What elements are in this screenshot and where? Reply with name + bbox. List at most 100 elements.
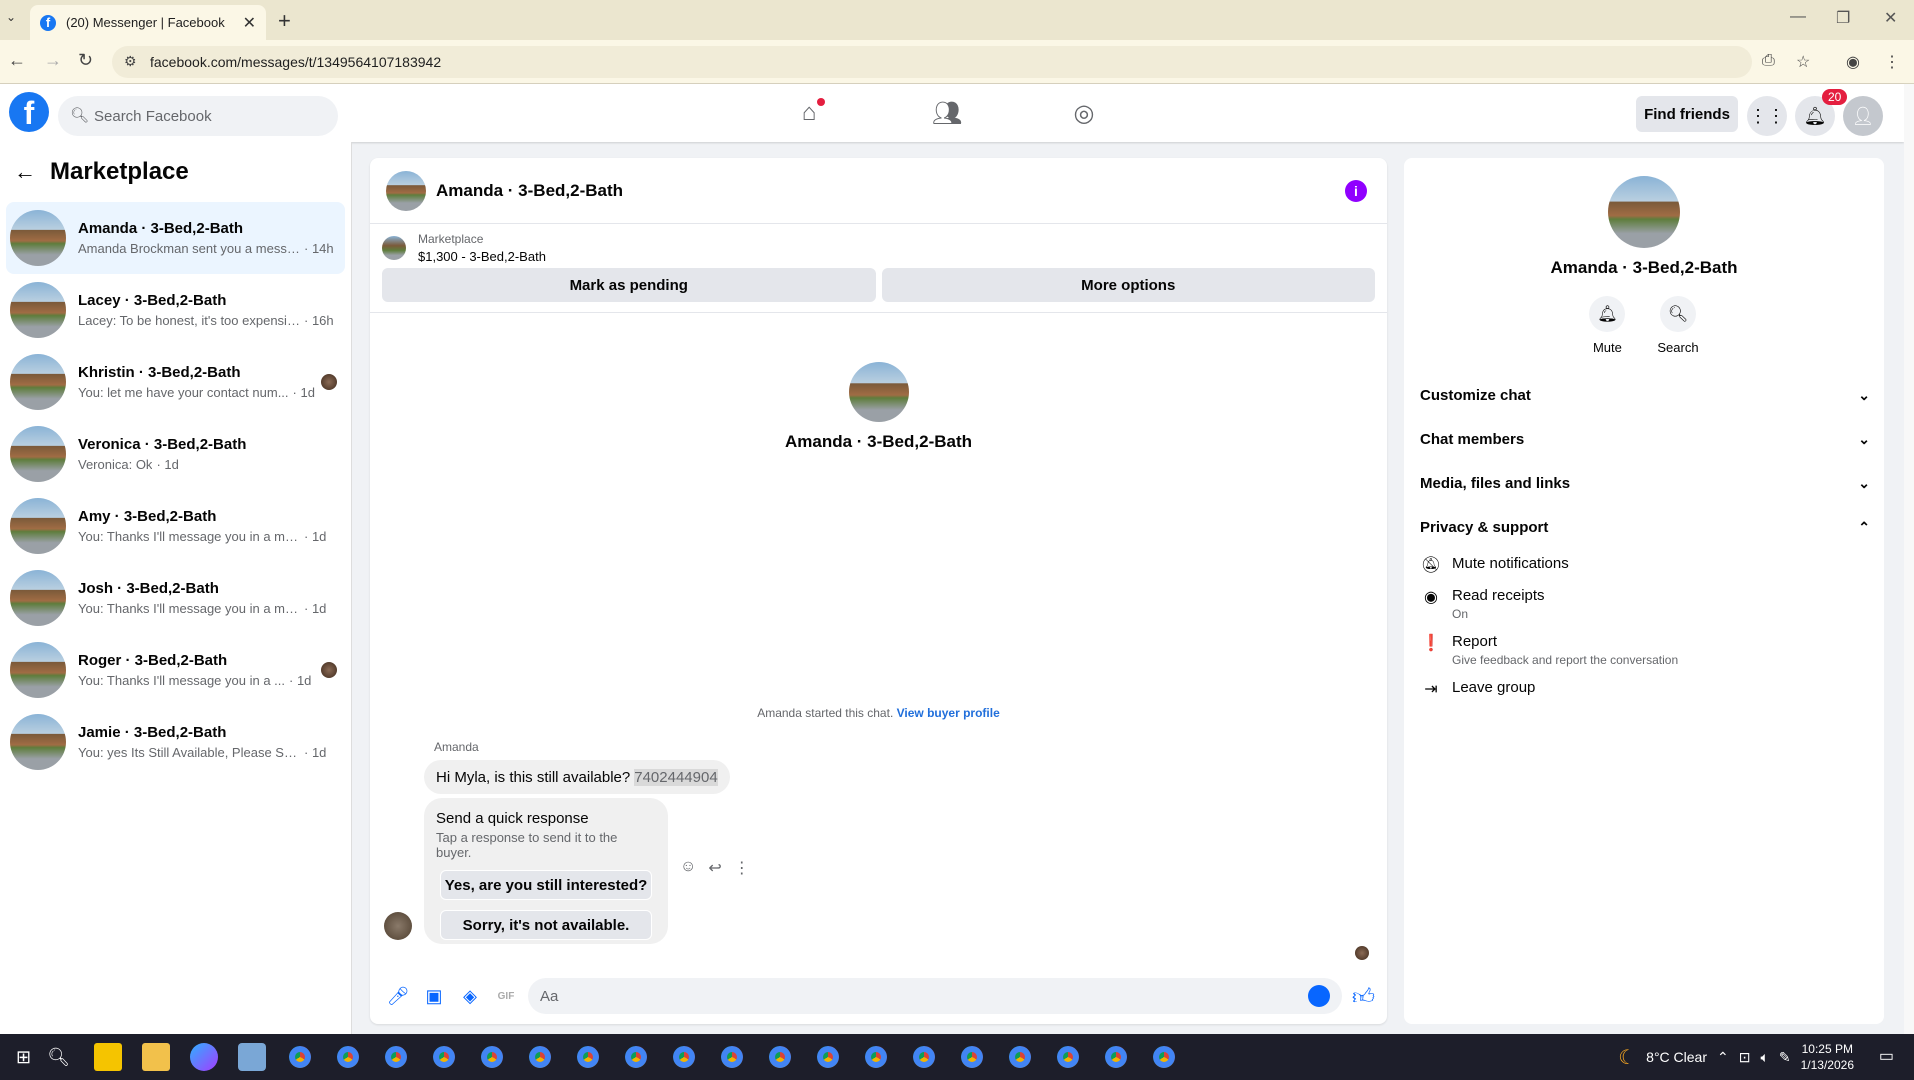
sticker-icon[interactable]: ◈ bbox=[456, 986, 484, 1007]
tray-chevron-icon[interactable]: ⌃ bbox=[1717, 1049, 1729, 1066]
chrome-icon[interactable] bbox=[957, 1043, 986, 1071]
gif-icon[interactable]: GIF bbox=[492, 991, 520, 1002]
conversation-item[interactable]: Roger · 3-Bed,2-Bath You: Thanks I'll mes… bbox=[6, 634, 345, 706]
thumbs-up-icon[interactable]: 👍︎ bbox=[1352, 983, 1375, 1010]
chrome-icon[interactable] bbox=[813, 1043, 842, 1071]
react-emoji-icon[interactable]: ☺ bbox=[680, 858, 696, 878]
friends-icon[interactable]: 👥︎ bbox=[927, 96, 967, 130]
page-scrollbar[interactable] bbox=[1904, 84, 1914, 1034]
chrome-icon[interactable] bbox=[573, 1043, 602, 1071]
minimize-icon[interactable]: — bbox=[1790, 8, 1806, 26]
section-customize-chat[interactable]: Customize chat ⌄ bbox=[1404, 373, 1884, 417]
install-app-icon[interactable]: ⎙ bbox=[1762, 52, 1775, 70]
message-input[interactable]: Aa bbox=[528, 978, 1342, 1014]
quick-reply-not-available-button[interactable]: Sorry, it's not available. bbox=[440, 910, 652, 940]
forward-icon[interactable]: → bbox=[44, 50, 62, 71]
more-actions-icon[interactable]: ⋮ bbox=[734, 858, 750, 878]
chrome-icon[interactable] bbox=[1149, 1043, 1178, 1071]
quick-reply-interested-button[interactable]: Yes, are you still interested? bbox=[440, 870, 652, 900]
close-tab-icon[interactable]: ✕ bbox=[243, 13, 256, 33]
leave-group-item[interactable]: ⇥ Leave group bbox=[1404, 673, 1884, 705]
app-icon[interactable] bbox=[237, 1043, 266, 1071]
section-media-files-links[interactable]: Media, files and links ⌄ bbox=[1404, 461, 1884, 505]
pen-icon[interactable]: ✎ bbox=[1779, 1049, 1791, 1066]
phone-number[interactable]: 7402444904 bbox=[634, 768, 718, 786]
conversation-item[interactable]: Josh · 3-Bed,2-Bath You: Thanks I'll mess… bbox=[6, 562, 345, 634]
home-icon[interactable]: ⌂ bbox=[789, 96, 829, 130]
conversation-item[interactable]: Veronica · 3-Bed,2-Bath Veronica: Ok · 1d bbox=[6, 418, 345, 490]
chat-header-name[interactable]: Amanda · 3-Bed,2-Bath bbox=[436, 181, 623, 201]
more-options-button[interactable]: More options bbox=[881, 268, 1375, 302]
browser-tab[interactable]: f (20) Messenger | Facebook ✕ bbox=[30, 5, 266, 40]
section-privacy-support[interactable]: Privacy & support ⌃ bbox=[1404, 505, 1884, 549]
new-tab-icon[interactable]: + bbox=[278, 8, 291, 34]
back-arrow-icon[interactable]: ← bbox=[14, 159, 36, 185]
microphone-icon[interactable]: 🎤︎ bbox=[384, 986, 412, 1007]
notification-center-icon[interactable]: ▭ bbox=[1879, 1046, 1894, 1066]
reload-icon[interactable]: ↻ bbox=[78, 50, 93, 71]
chat-avatar[interactable] bbox=[386, 170, 426, 211]
menu-grid-icon[interactable]: ⋮⋮ bbox=[1747, 96, 1787, 136]
chrome-icon[interactable] bbox=[429, 1043, 458, 1071]
listing-thumbnail[interactable] bbox=[382, 236, 406, 260]
facebook-logo-icon[interactable]: f bbox=[9, 92, 49, 132]
clock[interactable]: 10:25 PM 1/13/2026 bbox=[1801, 1041, 1854, 1073]
message-bubble[interactable]: Hi Myla, is this still available? 740244… bbox=[424, 760, 730, 794]
search-conversation-button[interactable]: 🔍︎ Search bbox=[1657, 296, 1699, 355]
emoji-icon[interactable] bbox=[1308, 985, 1330, 1007]
reply-icon[interactable]: ↩ bbox=[708, 858, 721, 878]
read-receipts-item[interactable]: ◉ Read receipts On bbox=[1404, 581, 1884, 627]
chrome-icon[interactable] bbox=[525, 1043, 554, 1071]
mark-as-pending-button[interactable]: Mark as pending bbox=[382, 268, 876, 302]
taskbar-search-icon[interactable]: 🔍︎ bbox=[47, 1047, 70, 1068]
groups-icon[interactable]: ◎ bbox=[1064, 96, 1104, 130]
view-buyer-profile-link[interactable]: View buyer profile bbox=[897, 706, 1000, 720]
conversation-item[interactable]: Amy · 3-Bed,2-Bath You: Thanks I'll messa… bbox=[6, 490, 345, 562]
file-explorer-icon[interactable] bbox=[141, 1043, 170, 1071]
bookmark-star-icon[interactable]: ☆ bbox=[1796, 52, 1810, 72]
tab-search-icon[interactable]: ⌄ bbox=[6, 10, 16, 24]
browser-menu-icon[interactable]: ⋮ bbox=[1884, 52, 1900, 72]
find-friends-button[interactable]: Find friends bbox=[1636, 96, 1738, 132]
copilot-icon[interactable] bbox=[189, 1043, 218, 1071]
search-input[interactable]: 🔍︎ Search Facebook bbox=[58, 96, 338, 136]
chrome-icon[interactable] bbox=[1005, 1043, 1034, 1071]
chrome-icon[interactable] bbox=[765, 1043, 794, 1071]
sticky-notes-icon[interactable] bbox=[93, 1043, 122, 1071]
weather-text[interactable]: 8°C Clear bbox=[1646, 1049, 1707, 1065]
conversation-item[interactable]: Jamie · 3-Bed,2-Bath You: yes Its Still A… bbox=[6, 706, 345, 778]
chrome-icon[interactable] bbox=[1101, 1043, 1130, 1071]
info-icon[interactable]: i bbox=[1345, 180, 1367, 202]
network-icon[interactable]: ⊡ bbox=[1739, 1049, 1751, 1066]
chrome-icon[interactable] bbox=[477, 1043, 506, 1071]
section-chat-members[interactable]: Chat members ⌄ bbox=[1404, 417, 1884, 461]
mute-notifications-item[interactable]: 🔕︎ Mute notifications bbox=[1404, 549, 1884, 581]
account-avatar[interactable]: 👤︎ bbox=[1843, 96, 1883, 136]
volume-icon[interactable]: 🔈︎ bbox=[1760, 1049, 1768, 1066]
back-icon[interactable]: ← bbox=[8, 50, 26, 71]
conversation-item[interactable]: Amanda · 3-Bed,2-Bath Amanda Brockman sen… bbox=[6, 202, 345, 274]
photo-attach-icon[interactable]: ▣ bbox=[420, 986, 448, 1007]
mute-button[interactable]: 🔔︎ Mute bbox=[1589, 296, 1626, 355]
chrome-icon[interactable] bbox=[717, 1043, 746, 1071]
chrome-icon[interactable] bbox=[285, 1043, 314, 1071]
chrome-icon[interactable] bbox=[861, 1043, 890, 1071]
conversation-item[interactable]: Lacey · 3-Bed,2-Bath Lacey: To be honest,… bbox=[6, 274, 345, 346]
close-window-icon[interactable]: ✕ bbox=[1884, 8, 1897, 28]
listing-title[interactable]: $1,300 - 3-Bed,2-Bath bbox=[418, 249, 546, 264]
details-avatar[interactable] bbox=[1608, 176, 1680, 248]
sender-avatar[interactable] bbox=[384, 912, 412, 940]
chrome-icon[interactable] bbox=[909, 1043, 938, 1071]
chrome-icon[interactable] bbox=[669, 1043, 698, 1071]
restore-icon[interactable]: ❐ bbox=[1836, 8, 1850, 28]
profile-icon[interactable]: ◉ bbox=[1846, 52, 1860, 72]
report-item[interactable]: ❗ Report Give feedback and report the con… bbox=[1404, 627, 1884, 673]
conversation-item[interactable]: Khristin · 3-Bed,2-Bath You: let me have … bbox=[6, 346, 345, 418]
chrome-icon[interactable] bbox=[621, 1043, 650, 1071]
chrome-icon[interactable] bbox=[381, 1043, 410, 1071]
site-info-icon[interactable]: ⚙ bbox=[124, 53, 137, 70]
windows-start-icon[interactable]: ⊞ bbox=[16, 1047, 31, 1068]
url-field[interactable]: ⚙ facebook.com/messages/t/13495641071839… bbox=[112, 46, 1752, 78]
chrome-icon[interactable] bbox=[333, 1043, 362, 1071]
chrome-icon[interactable] bbox=[1053, 1043, 1082, 1071]
